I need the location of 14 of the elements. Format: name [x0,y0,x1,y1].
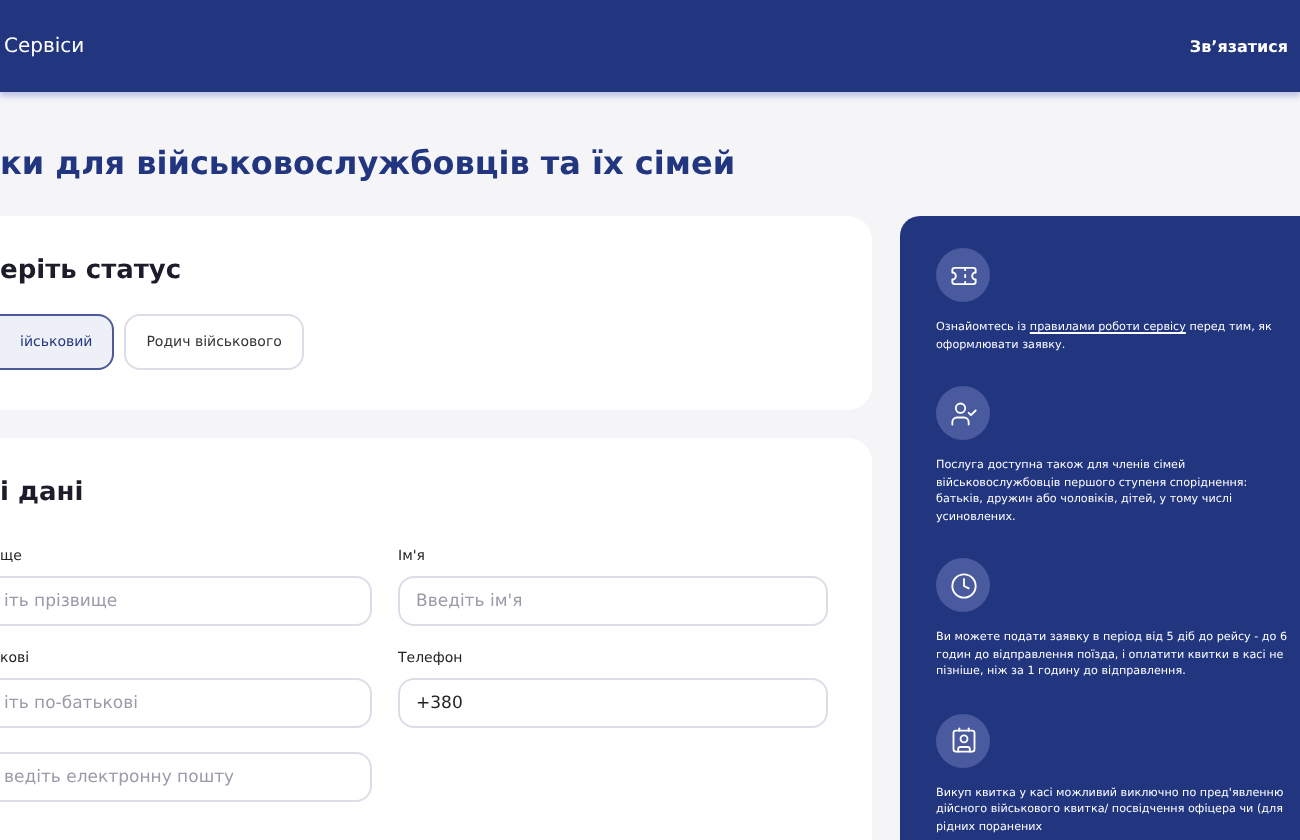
input-field[interactable]: +380 [398,678,828,728]
clock-icon [936,558,990,612]
ticket-icon [936,248,990,302]
id-card-icon [936,713,990,767]
card-title: ерiть статус [0,256,184,286]
input-field[interactable]: ведіть електронну пошту [0,752,372,802]
input-field[interactable]: Введіть ім'я [398,576,828,626]
page-title: ки для військовослужбовців та їх сімей [0,142,738,186]
contact-link[interactable]: Зв’язатися [1189,37,1288,55]
card-title: і дані [0,478,86,508]
input-field[interactable]: іть прізвище [0,576,372,626]
user-check-icon [936,386,990,440]
nav-link[interactable]: Сервіси [4,35,85,57]
input-field[interactable]: іть по-батькові [0,678,372,728]
